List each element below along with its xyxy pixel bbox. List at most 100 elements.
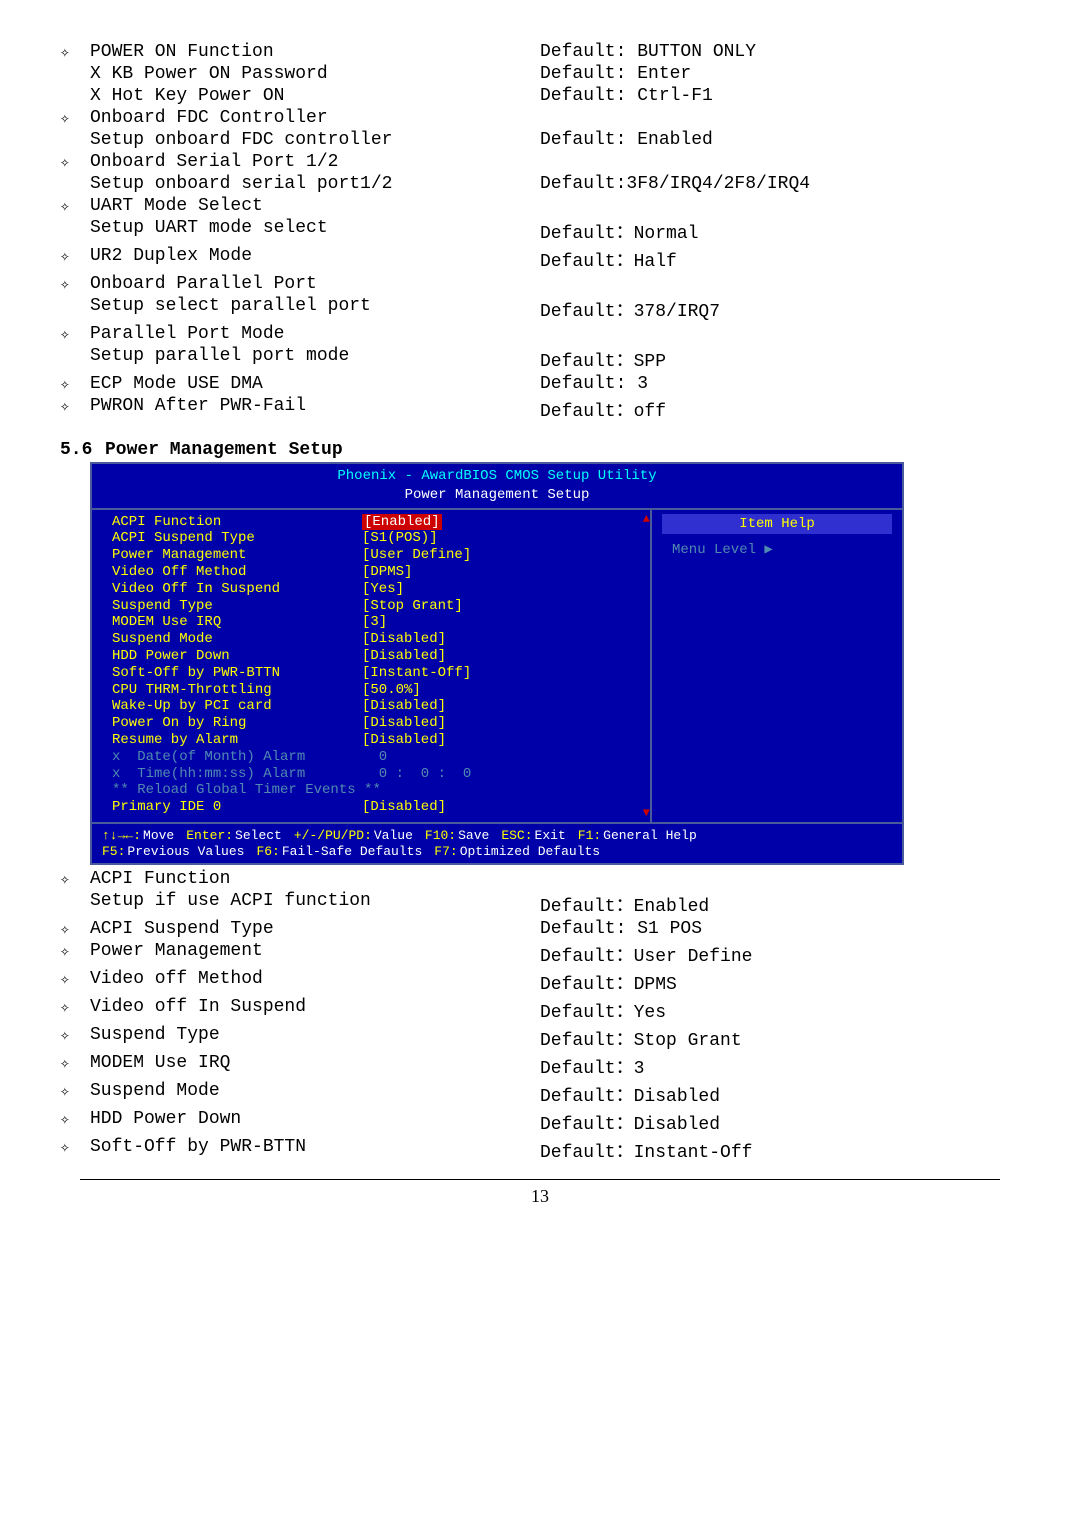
setting-default: Default：3 [540,1053,1020,1079]
diamond-bullet: ✧ [60,246,90,266]
bios-key: Wake-Up by PCI card [112,698,362,715]
setting-label: X KB Power ON Password [90,64,540,84]
setting-row: Setup if use ACPI functionDefault：Enable… [60,891,1020,917]
setting-label: ECP Mode USE DMA [90,374,540,394]
diamond-bullet: ✧ [60,1109,90,1129]
bios-value: [Disabled] [362,799,446,816]
diamond-bullet: ✧ [60,1053,90,1073]
setting-label: Parallel Port Mode [90,324,540,344]
diamond-bullet: ✧ [60,869,90,889]
setting-row: ✧MODEM Use IRQDefault：3 [60,1053,1020,1079]
bios-key: ACPI Suspend Type [112,530,362,547]
footer-key: F1: [578,828,601,844]
bios-row: ACPI Function[Enabled] [112,514,640,531]
setting-label: UR2 Duplex Mode [90,246,540,266]
setting-label: Onboard Serial Port 1/2 [90,152,540,172]
bios-key: Suspend Type [112,598,362,615]
bios-value: [Stop Grant] [362,598,463,615]
setting-row: ✧Onboard FDC Controller [60,108,1020,128]
setting-row: ✧UART Mode Select [60,196,1020,216]
setting-label: HDD Power Down [90,1109,540,1129]
bios-key: CPU THRM-Throttling [112,682,362,699]
diamond-bullet: ✧ [60,152,90,172]
bios-key: MODEM Use IRQ [112,614,362,631]
setting-label: Setup onboard FDC controller [90,130,540,150]
setting-label: ACPI Suspend Type [90,919,540,939]
section-title: Power Management Setup [105,440,343,460]
footer-key: Enter: [186,828,233,844]
bios-key: Video Off In Suspend [112,581,362,598]
setting-default: Default: Ctrl-F1 [540,86,1020,106]
scroll-down-icon: ▼ [643,806,650,820]
setting-default: Default: Enter [540,64,1020,84]
setting-default: Default：off [540,396,1020,422]
setting-default: Default: Enabled [540,130,1020,150]
setting-default: Default：DPMS [540,969,1020,995]
bios-key: ** Reload Global Timer Events ** [112,782,381,799]
diamond-bullet: ✧ [60,969,90,989]
bios-key: Soft-Off by PWR-BTTN [112,665,362,682]
footer-key: ↑↓→←: [102,828,141,844]
setting-default: Default：Instant-Off [540,1137,1020,1163]
setting-default: Default：Stop Grant [540,1025,1020,1051]
setting-row: Setup onboard FDC controllerDefault: Ena… [60,130,1020,150]
footer-key: F10: [425,828,456,844]
bios-key: HDD Power Down [112,648,362,665]
bios-footer: ↑↓→←:MoveEnter:Select+/-/PU/PD:ValueF10:… [92,822,902,863]
page-number: 13 [80,1179,1000,1207]
setting-row: ✧Suspend TypeDefault：Stop Grant [60,1025,1020,1051]
diamond-bullet: ✧ [60,108,90,128]
diamond-bullet: ✧ [60,919,90,939]
diamond-bullet: ✧ [60,396,90,416]
setting-row: Setup parallel port modeDefault：SPP [60,346,1020,372]
footer-value: Select [235,828,282,844]
item-help-header: Item Help [662,514,892,535]
setting-default: Default：Enabled [540,891,1020,917]
diamond-bullet: ✧ [60,374,90,394]
setting-label: Video off Method [90,969,540,989]
footer-key: +/-/PU/PD: [294,828,372,844]
setting-default: Default：378/IRQ7 [540,296,1020,322]
bios-row: Power Management[User Define] [112,547,640,564]
setting-label: Suspend Mode [90,1081,540,1101]
setting-label: Setup onboard serial port1/2 [90,174,540,194]
setting-default: Default: 3 [540,374,1020,394]
setting-label: Onboard Parallel Port [90,274,540,294]
bios-key: ACPI Function [112,514,362,531]
bios-row: Video Off In Suspend[Yes] [112,581,640,598]
setting-label: Setup UART mode select [90,218,540,238]
setting-default: Default：User Define [540,941,1020,967]
setting-label: Soft-Off by PWR-BTTN [90,1137,540,1157]
setting-default: Default：Disabled [540,1109,1020,1135]
bios-row: Suspend Type[Stop Grant] [112,598,640,615]
bios-settings-pane: ▲ ▼ ACPI Function[Enabled]ACPI Suspend T… [92,510,652,822]
menu-level: Menu Level ▶ [662,542,892,559]
bios-key: Power On by Ring [112,715,362,732]
bios-row: ACPI Suspend Type[S1(POS)] [112,530,640,547]
section-number: 5.6 [60,440,105,460]
setting-default: Default：Disabled [540,1081,1020,1107]
setting-row: ✧Video off In SuspendDefault：Yes [60,997,1020,1023]
setting-label: Power Management [90,941,540,961]
footer-value: Exit [535,828,566,844]
setting-default: Default: S1 POS [540,919,1020,939]
setting-label: X Hot Key Power ON [90,86,540,106]
bios-key: x Date(of Month) Alarm [112,749,362,766]
bios-row: MODEM Use IRQ[3] [112,614,640,631]
bios-value: [Disabled] [362,715,446,732]
setting-row: ✧ECP Mode USE DMADefault: 3 [60,374,1020,394]
bios-row: Primary IDE 0[Disabled] [112,799,640,816]
bios-value: [50.0%] [362,682,421,699]
setting-row: ✧PWRON After PWR-FailDefault：off [60,396,1020,422]
footer-key: F6: [256,844,279,860]
setting-row: ✧Power ManagementDefault：User Define [60,941,1020,967]
bios-key: Power Management [112,547,362,564]
diamond-bullet: ✧ [60,1081,90,1101]
bios-key: x Time(hh:mm:ss) Alarm [112,766,362,783]
footer-value: Fail-Safe Defaults [282,844,422,860]
setting-label: Setup parallel port mode [90,346,540,366]
setting-row: ✧UR2 Duplex ModeDefault：Half [60,246,1020,272]
footer-value: Value [374,828,413,844]
bios-value: 0 [362,749,387,766]
footer-key: F5: [102,844,125,860]
